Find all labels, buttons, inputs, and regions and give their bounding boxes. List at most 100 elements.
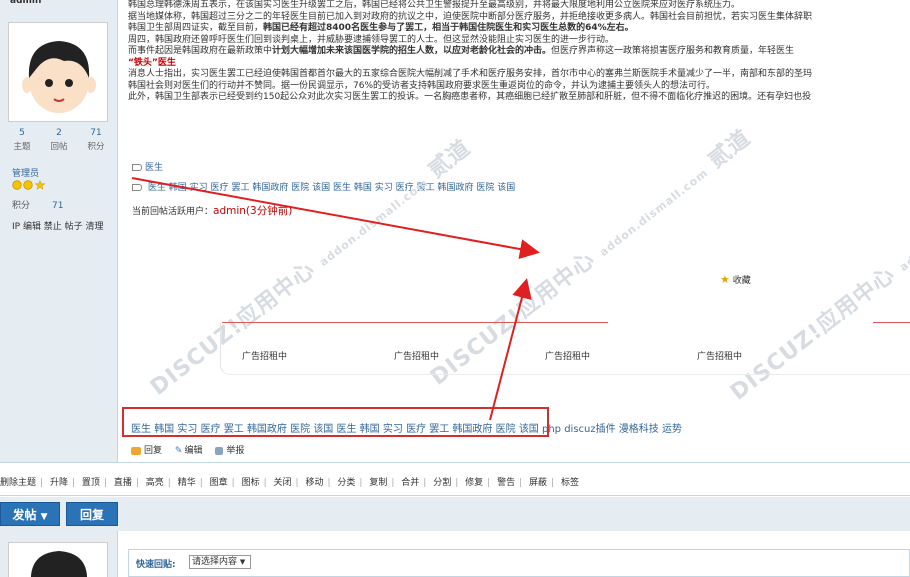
mod-link[interactable]: 分类	[337, 478, 355, 488]
dropdown-arrow-icon: ▼	[40, 512, 48, 522]
mod-link[interactable]: 图标	[242, 478, 260, 488]
tag-link[interactable]: 罢工	[429, 424, 449, 435]
tag-link[interactable]: 医院	[291, 183, 309, 193]
star-icon: ★	[720, 273, 730, 286]
rank-stars-icon	[12, 179, 46, 193]
mod-link[interactable]: 置顶	[82, 478, 100, 488]
tag-link[interactable]: 韩国政府	[452, 424, 492, 435]
tag-link[interactable]: 实习	[190, 183, 208, 193]
article-line: 而事件起因是韩国政府在最新政策中计划大幅增加未来该国医学院的招生人数，以应对老龄…	[128, 46, 795, 56]
post-actions: 回复 ✎ 编辑 举报	[131, 443, 254, 456]
pencil-icon: ✎	[174, 446, 183, 456]
tag-link[interactable]: 医生	[337, 424, 357, 435]
tag-link[interactable]: 韩国政府	[437, 183, 473, 193]
tag-link[interactable]: 韩国	[169, 183, 187, 193]
quick-reply-label: 快速回贴:	[136, 560, 176, 570]
user-group[interactable]: 管理员	[12, 166, 39, 179]
tag-link[interactable]: 该国	[519, 424, 539, 435]
tag-link[interactable]: 该国	[313, 424, 333, 435]
tag-link[interactable]: 医院	[476, 183, 494, 193]
tag-link[interactable]: 韩国政府	[252, 183, 288, 193]
article-line: 韩国卫生部周四证实，截至目前，韩国已经有超过8400名医生参与了罢工，相当于韩国…	[128, 23, 634, 33]
active-reply-users: 当前回帖活跃用户：admin(3分钟前)	[132, 205, 293, 217]
tag-link[interactable]: 韩国政府	[247, 424, 287, 435]
ad-slot[interactable]: 广告招租中	[394, 349, 439, 362]
avatar[interactable]	[8, 542, 108, 577]
chevron-down-icon: ▼	[239, 558, 246, 566]
mod-link[interactable]: 分割	[433, 478, 451, 488]
tag-link[interactable]: 罢工	[231, 183, 249, 193]
article-line: 消息人士指出，实习医生罢工已经迫使韩国首都首尔最大的五家综合医院大幅削减了手术和…	[128, 69, 813, 79]
tag-link[interactable]: 医疗	[406, 424, 426, 435]
mod-link[interactable]: 屏蔽	[529, 478, 547, 488]
author-stats: 5 主题 2 回帖 71 积分	[6, 128, 112, 152]
avatar-cartoon-icon	[9, 23, 107, 121]
mod-link[interactable]: 警告	[497, 478, 515, 488]
reply-action[interactable]: 回复	[131, 446, 162, 456]
mod-link[interactable]: 高亮	[146, 478, 164, 488]
tag-link[interactable]: 实习	[383, 424, 403, 435]
mod-link[interactable]: 移动	[305, 478, 323, 488]
ad-slot[interactable]: 广告招租中	[697, 349, 742, 362]
article-line: 此外，韩国卫生部表示已经受到约150起公众对此次实习医生罢工的投诉。一名胸癌患者…	[128, 92, 812, 102]
report-action[interactable]: 举报	[215, 446, 244, 456]
tag-link[interactable]: 韩国	[354, 183, 372, 193]
mod-link[interactable]: 删除主题	[0, 478, 36, 488]
points-row: 积分 71	[12, 201, 64, 211]
mod-link[interactable]: 图章	[210, 478, 228, 488]
edit-action[interactable]: ✎ 编辑	[175, 446, 203, 456]
reply-button[interactable]: 回复	[66, 502, 118, 526]
tag-icon	[132, 184, 142, 191]
tag-link[interactable]: 医疗	[201, 424, 221, 435]
article-line: 韩国总理韩德洙周五表示，在该国实习医生升级罢工之后，韩国已经将公共卫生警报提升至…	[128, 0, 741, 10]
mod-link[interactable]: 直播	[114, 478, 132, 488]
article-line: 韩国社会则对医生们的行动并不赞同。据一份民调显示，76%的受访者支持韩国政府要求…	[128, 80, 716, 91]
mod-link[interactable]: 升降	[50, 478, 68, 488]
mod-link[interactable]: 复制	[369, 478, 387, 488]
related-links[interactable]: php discuz插件 漫格科技 运势	[542, 424, 682, 435]
tag-link[interactable]: 实习	[177, 424, 197, 435]
tag-link[interactable]: 医院	[496, 424, 516, 435]
article-line: 周四，韩国政府还曾呼吁医生们回到谈判桌上，并威胁要逮捕领导罢工的人士。但这显然没…	[128, 34, 615, 45]
ad-slot[interactable]: 广告招租中	[545, 349, 590, 362]
new-post-button[interactable]: 发帖 ▼	[0, 502, 60, 526]
stat-posts[interactable]: 2 回帖	[43, 128, 75, 152]
stat-credits[interactable]: 71 积分	[80, 128, 112, 152]
tag-link[interactable]: 韩国	[360, 424, 380, 435]
article-line: 据当地媒体称，韩国超过三分之二的年轻医生目前已加入到对政府的抗议之中，迫使医院中…	[128, 11, 813, 22]
ad-slot[interactable]: 广告招租中	[242, 349, 287, 362]
mod-link[interactable]: 修复	[465, 478, 483, 488]
avatar-cartoon-icon	[30, 551, 88, 577]
tag-line-all: 医生 韩国 实习 医疗 罢工 韩国政府 医院 该国 医生 韩国 实习 医疗 罢工…	[132, 180, 515, 193]
mod-link[interactable]: 合并	[401, 478, 419, 488]
reply-icon	[131, 446, 141, 455]
tag-link[interactable]: 医疗	[211, 183, 229, 193]
mod-link[interactable]: 关闭	[274, 478, 292, 488]
button-bar	[0, 497, 910, 531]
avatar[interactable]	[8, 22, 108, 122]
author-name[interactable]: admin	[10, 0, 41, 6]
moderation-links: 删除主题 | 升降 | 置顶 | 直播 | 高亮 | 精华 | 图章 | 图标 | 关闭 | 移动…	[0, 478, 579, 488]
mod-link[interactable]: 精华	[178, 478, 196, 488]
active-user-link[interactable]: admin(3分钟前)	[213, 205, 292, 217]
post-content: 韩国总理韩德洙周五表示，在该国实习医生升级罢工之后，韩国已经将公共卫生警报提升至…	[128, 0, 910, 140]
tag-link[interactable]: 韩国	[154, 424, 174, 435]
tag-link[interactable]: 该国	[312, 183, 330, 193]
tag-link[interactable]: 该国	[497, 183, 515, 193]
tag-link[interactable]: 医生	[333, 183, 351, 193]
stat-threads[interactable]: 5 主题	[6, 128, 38, 152]
report-icon	[215, 446, 224, 455]
tag-link[interactable]: 医院	[290, 424, 310, 435]
admin-links[interactable]: IP 编辑 禁止 帖子 清理	[12, 219, 104, 232]
article-line: “铁头”医生	[128, 57, 176, 68]
quick-reply-select[interactable]: 请选择内容 ▼	[189, 555, 251, 569]
mod-link[interactable]: 标签	[561, 478, 579, 488]
tag-link[interactable]: 医生	[148, 183, 166, 193]
tag-link[interactable]: 医生	[131, 424, 151, 435]
favorite-button[interactable]: ★ 收藏	[720, 273, 751, 286]
tag-link[interactable]: 罢工	[224, 424, 244, 435]
tag-link[interactable]: 医生	[145, 163, 163, 173]
tag-line-primary: 医生	[132, 160, 163, 173]
tag-icon	[132, 164, 142, 171]
tags-row: 医生 韩国 实习 医疗 罢工 韩国政府 医院 该国 医生 韩国 实习 医疗 罢工…	[131, 420, 682, 435]
